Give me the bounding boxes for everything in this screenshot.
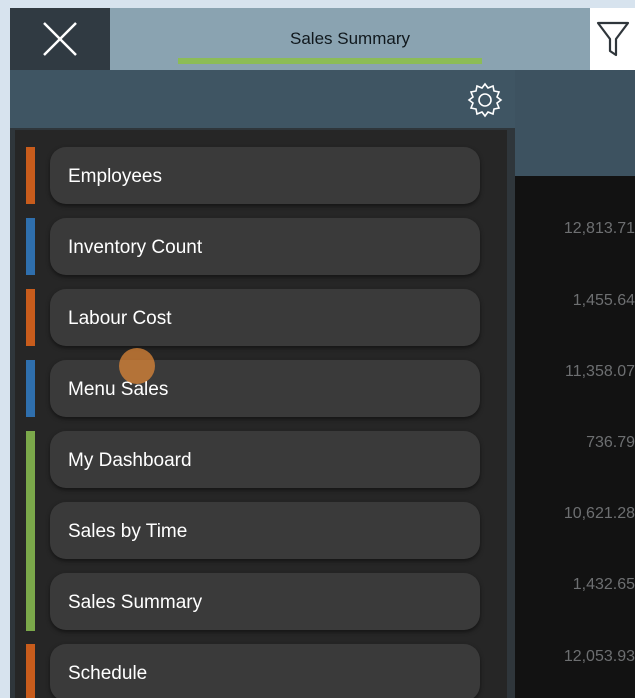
data-value: 12,053.93 [563, 648, 635, 665]
category-bar-green [26, 431, 35, 631]
data-column: 12,813.71 1,455.64 11,358.07 736.79 10,6… [515, 176, 635, 698]
menu-item-label: Sales by Time [68, 521, 188, 542]
report-menu: Employees Inventory Count Labour Cost Me… [15, 130, 507, 698]
filter-icon [596, 21, 629, 57]
menu-item-schedule[interactable]: Schedule [50, 644, 480, 698]
data-value: 736.79 [586, 434, 635, 451]
category-bar-orange [26, 644, 35, 698]
data-header [515, 70, 635, 176]
page-title: Sales Summary [290, 29, 410, 48]
menu-item-sales-by-time[interactable]: Sales by Time [50, 502, 480, 559]
menu-item-label: Sales Summary [68, 592, 203, 613]
category-bar-blue [26, 218, 35, 275]
menu-item-label: Employees [68, 166, 162, 187]
close-button[interactable] [10, 8, 110, 70]
close-icon [43, 22, 77, 56]
touch-indicator [119, 348, 155, 384]
menu-item-sales-summary[interactable]: Sales Summary [50, 573, 480, 630]
menu-item-employees[interactable]: Employees [50, 147, 480, 204]
menu-item-inventory-count[interactable]: Inventory Count [50, 218, 480, 275]
data-value: 1,455.64 [572, 292, 635, 309]
data-value: 11,358.07 [565, 363, 635, 380]
menu-item-label: Labour Cost [68, 308, 172, 329]
menu-item-menu-sales[interactable]: Menu Sales [50, 360, 480, 417]
category-bar-blue [26, 360, 35, 417]
menu-item-label: Schedule [68, 663, 148, 684]
category-bar-orange [26, 289, 35, 346]
subheader-bar [10, 70, 515, 128]
tab-active-indicator [178, 58, 482, 64]
tab-sales-summary[interactable]: Sales Summary [110, 8, 590, 70]
data-value: 1,432.65 [572, 576, 635, 593]
menu-item-my-dashboard[interactable]: My Dashboard [50, 431, 480, 488]
menu-item-label: Menu Sales [68, 379, 169, 400]
app-window: Sales Summary 12,813.71 1,455.64 11,358.… [10, 8, 635, 698]
filter-button[interactable] [590, 8, 635, 70]
menu-item-label: Inventory Count [68, 237, 203, 258]
settings-button[interactable] [465, 80, 505, 120]
data-value: 12,813.71 [563, 220, 635, 237]
menu-item-label: My Dashboard [68, 450, 192, 471]
data-value: 10,621.28 [563, 505, 635, 522]
category-bar-orange [26, 147, 35, 204]
menu-item-labour-cost[interactable]: Labour Cost [50, 289, 480, 346]
gear-icon [467, 82, 503, 118]
